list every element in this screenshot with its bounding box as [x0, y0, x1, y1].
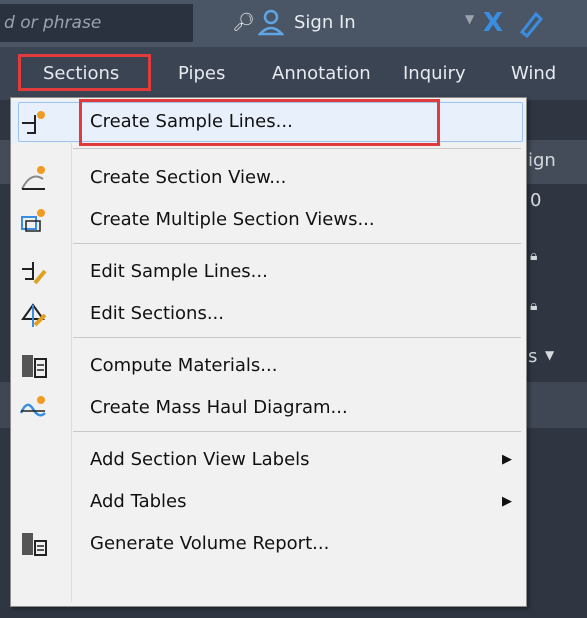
chevron-down-icon[interactable]: ▼	[545, 348, 554, 362]
search-input[interactable]: d or phrase	[0, 4, 193, 42]
generate-volume-report-icon	[22, 533, 47, 556]
pen-icon[interactable]	[516, 8, 546, 38]
panel-text-fragment: s	[528, 346, 538, 367]
menu-item-create-mass-haul-diagram[interactable]: Create Mass Haul Diagram...	[11, 387, 526, 429]
tab-inquiry[interactable]: Inquiry	[403, 47, 466, 100]
lock-icon[interactable]: 🔒︎	[530, 248, 537, 264]
menu-item-add-tables[interactable]: Add Tables ▶	[11, 481, 526, 523]
title-bar: d or phrase 🔎︎ Sign In ▼ X	[0, 0, 587, 47]
create-mass-haul-diagram-icon	[19, 396, 46, 417]
create-multiple-section-views-icon	[21, 209, 45, 232]
menu-item-compute-materials[interactable]: Compute Materials...	[11, 345, 526, 387]
exchange-x-icon[interactable]: X	[483, 4, 503, 42]
tab-sections[interactable]: Sections	[18, 47, 153, 100]
tab-annotation[interactable]: Annotation	[272, 47, 371, 100]
menu-separator	[73, 431, 521, 432]
binoculars-icon[interactable]: 🔎︎	[232, 12, 255, 33]
dropdown-arrow-icon[interactable]: ▼	[465, 12, 474, 26]
tab-window[interactable]: Wind	[511, 47, 556, 100]
menu-separator	[73, 148, 521, 149]
menu-item-edit-sample-lines[interactable]: Edit Sample Lines...	[11, 251, 526, 293]
ribbon-tabs: Sections Pipes Annotation Inquiry Wind	[0, 47, 587, 100]
sections-dropdown-menu: Create Sample Lines... Create Section Vi…	[10, 97, 527, 607]
menu-separator	[73, 337, 521, 338]
lock-icon[interactable]: 🔒︎	[530, 298, 537, 314]
highlight-box	[18, 54, 151, 91]
tab-pipes[interactable]: Pipes	[178, 47, 225, 100]
menu-item-edit-sections[interactable]: Edit Sections...	[11, 293, 526, 335]
menu-item-add-section-view-labels[interactable]: Add Section View Labels ▶	[11, 439, 526, 481]
menu-item-generate-volume-report[interactable]: Generate Volume Report...	[11, 523, 526, 565]
edit-sections-icon	[21, 303, 47, 327]
edit-sample-lines-icon	[22, 262, 47, 285]
submenu-arrow-icon: ▶	[502, 452, 512, 467]
menu-item-create-multiple-section-views[interactable]: Create Multiple Section Views...	[11, 199, 526, 241]
create-section-view-icon	[21, 166, 45, 190]
sign-in-button[interactable]: Sign In	[294, 4, 356, 42]
highlight-box	[79, 99, 440, 146]
menu-item-create-section-view[interactable]: Create Section View...	[11, 157, 526, 199]
panel-text-fragment: 0	[530, 190, 542, 211]
compute-materials-icon	[22, 355, 47, 378]
user-icon[interactable]	[258, 8, 284, 36]
panel-text-fragment: ign	[528, 150, 556, 171]
menu-separator	[73, 243, 521, 244]
menu-item-create-sample-lines[interactable]: Create Sample Lines...	[11, 99, 526, 146]
create-sample-lines-icon	[22, 111, 45, 134]
submenu-arrow-icon: ▶	[502, 494, 512, 509]
